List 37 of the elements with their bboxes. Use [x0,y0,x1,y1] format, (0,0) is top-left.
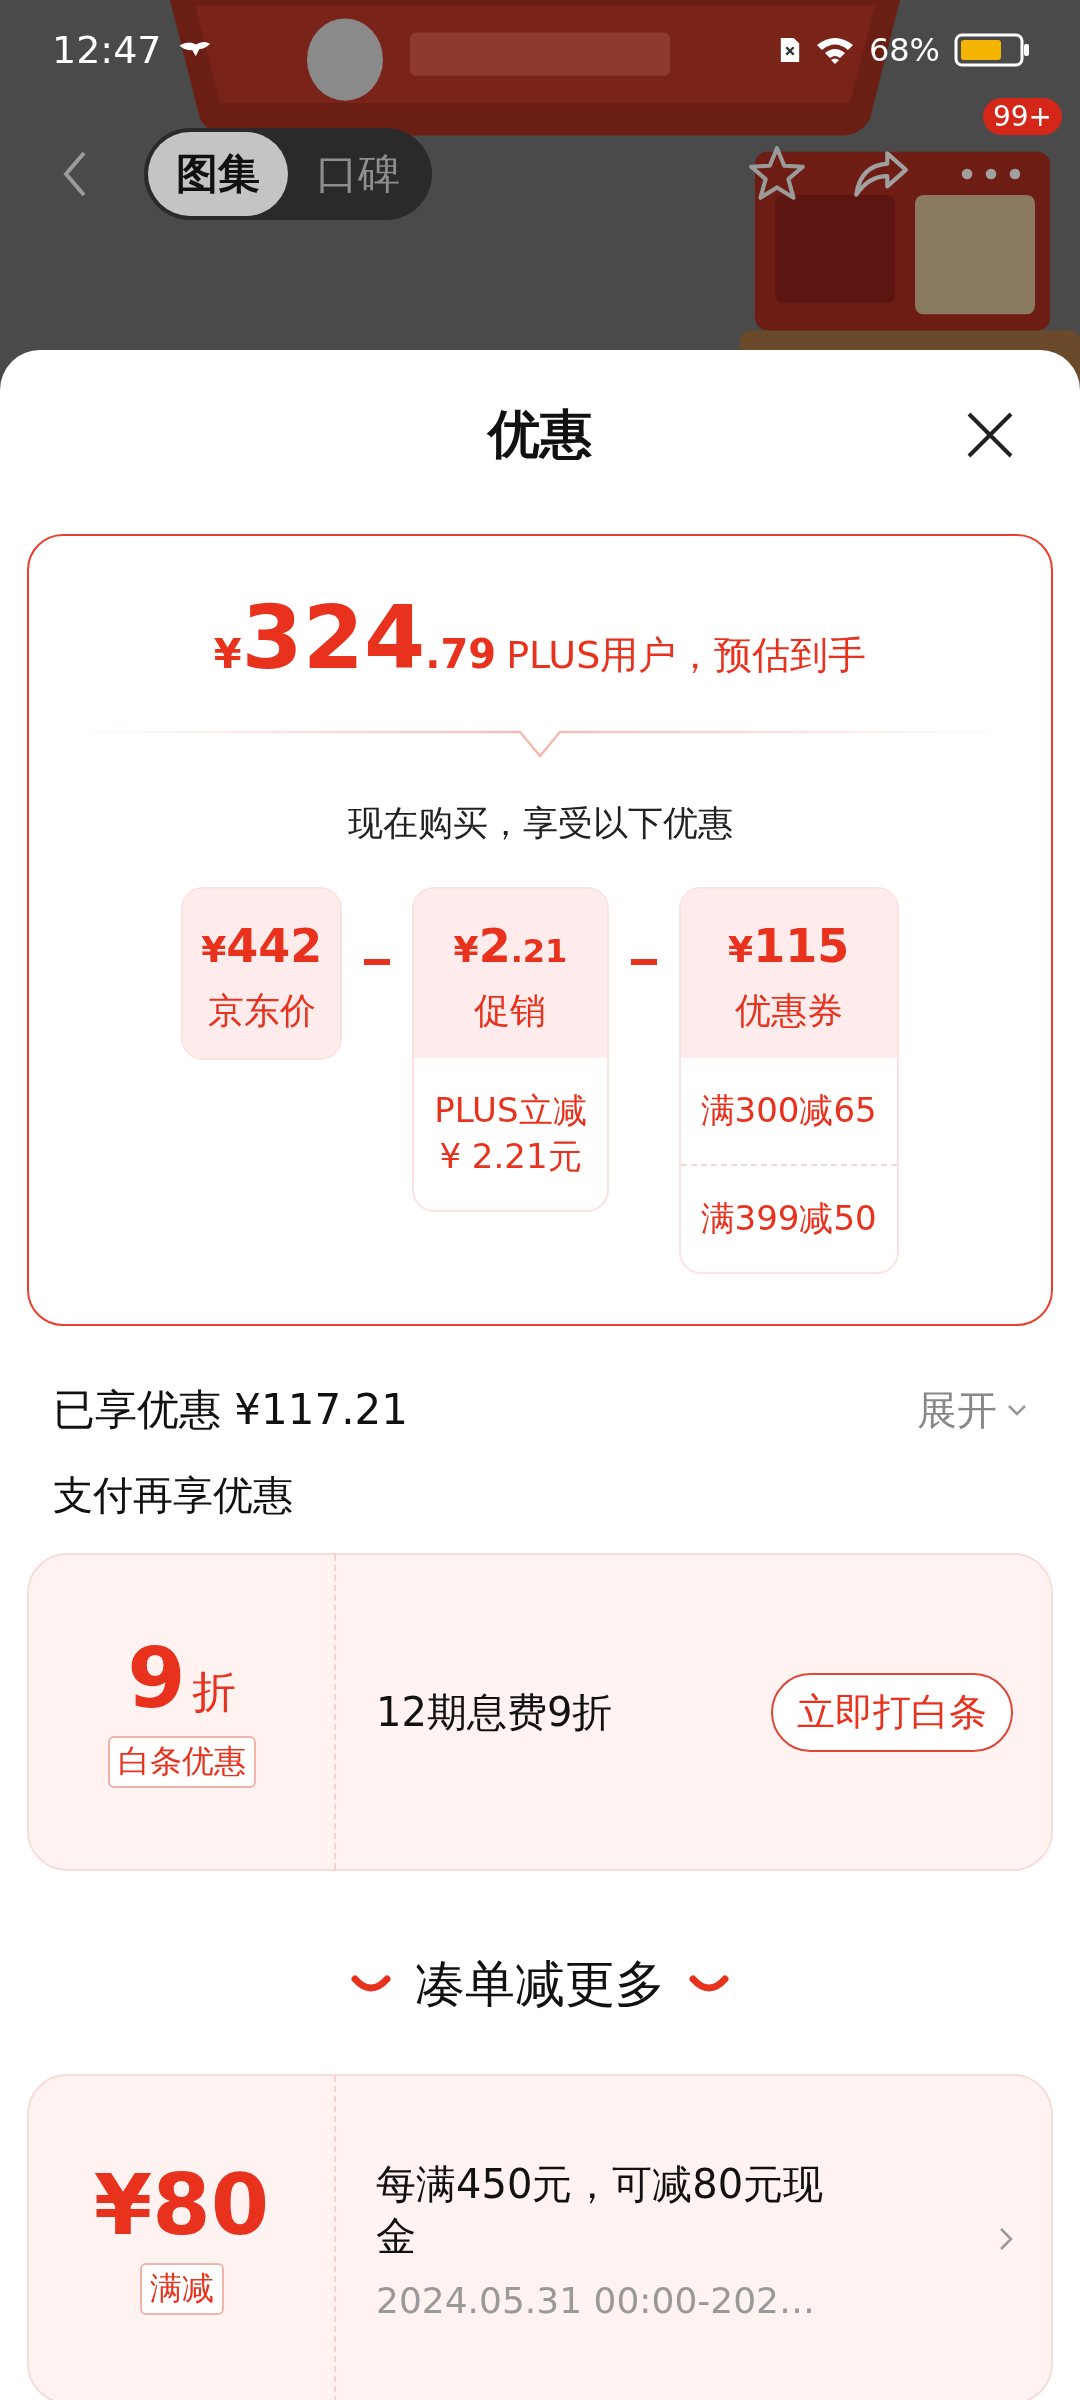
component-detail: PLUS立减 ¥ 2.21元 [433,1089,588,1178]
offer-description: 12期息费9折 [376,1687,613,1737]
applied-discount: 已享优惠 ¥117.21 [53,1384,409,1436]
activate-button[interactable]: 立即打白条 [771,1672,1013,1752]
tab[interactable]: 口碑 [288,132,428,216]
component-detail: 满300减65 [699,1089,878,1132]
offer-tag: 白条优惠 [107,1736,256,1788]
discount-value: 9 折 [127,1636,236,1720]
clock: 12:47 [52,28,162,72]
section-title: 凑单减更多 [415,1954,665,2015]
discount-value: ¥80 [93,2156,270,2254]
tab[interactable]: 图集 [148,132,288,216]
component-amount: ¥2.21 [453,919,568,973]
offer-tag: 满减 [139,2263,224,2315]
validity-period: 2024.05.31 00:00-202… [376,2279,816,2321]
chevron-down-icon [1007,1404,1027,1416]
estimated-price: ¥324.79 [213,594,497,682]
offer-card[interactable]: ¥80 满减 每满450元，可减80元现金 2024.05.31 00:00-202… [27,2074,1053,2400]
component-label: 京东价 [207,989,316,1033]
more-icon[interactable] [960,166,1022,182]
component-detail: 满399减50 [680,1164,897,1272]
expand-button[interactable]: 展开 [917,1382,1027,1438]
component-label: 优惠券 [734,989,843,1033]
battery-percentage: 68% [868,31,940,69]
summary-subtitle: 现在购买，享受以下优惠 [347,802,733,845]
offer-description: 每满450元，可减80元现金 [376,2159,825,2261]
close-icon[interactable] [965,410,1015,460]
battery-icon [954,33,1030,67]
minus-icon [630,959,657,965]
sheet-title: 优惠 [488,403,592,466]
chevron-right-icon [999,2227,1013,2251]
section-title: 支付再享优惠 [52,1471,294,1520]
component-amount: ¥442 [201,919,323,973]
component-amount: ¥115 [728,919,850,973]
component-label: 促销 [474,989,547,1033]
price-note: PLUS用户，预估到手 [506,632,867,679]
minus-icon [364,959,391,965]
